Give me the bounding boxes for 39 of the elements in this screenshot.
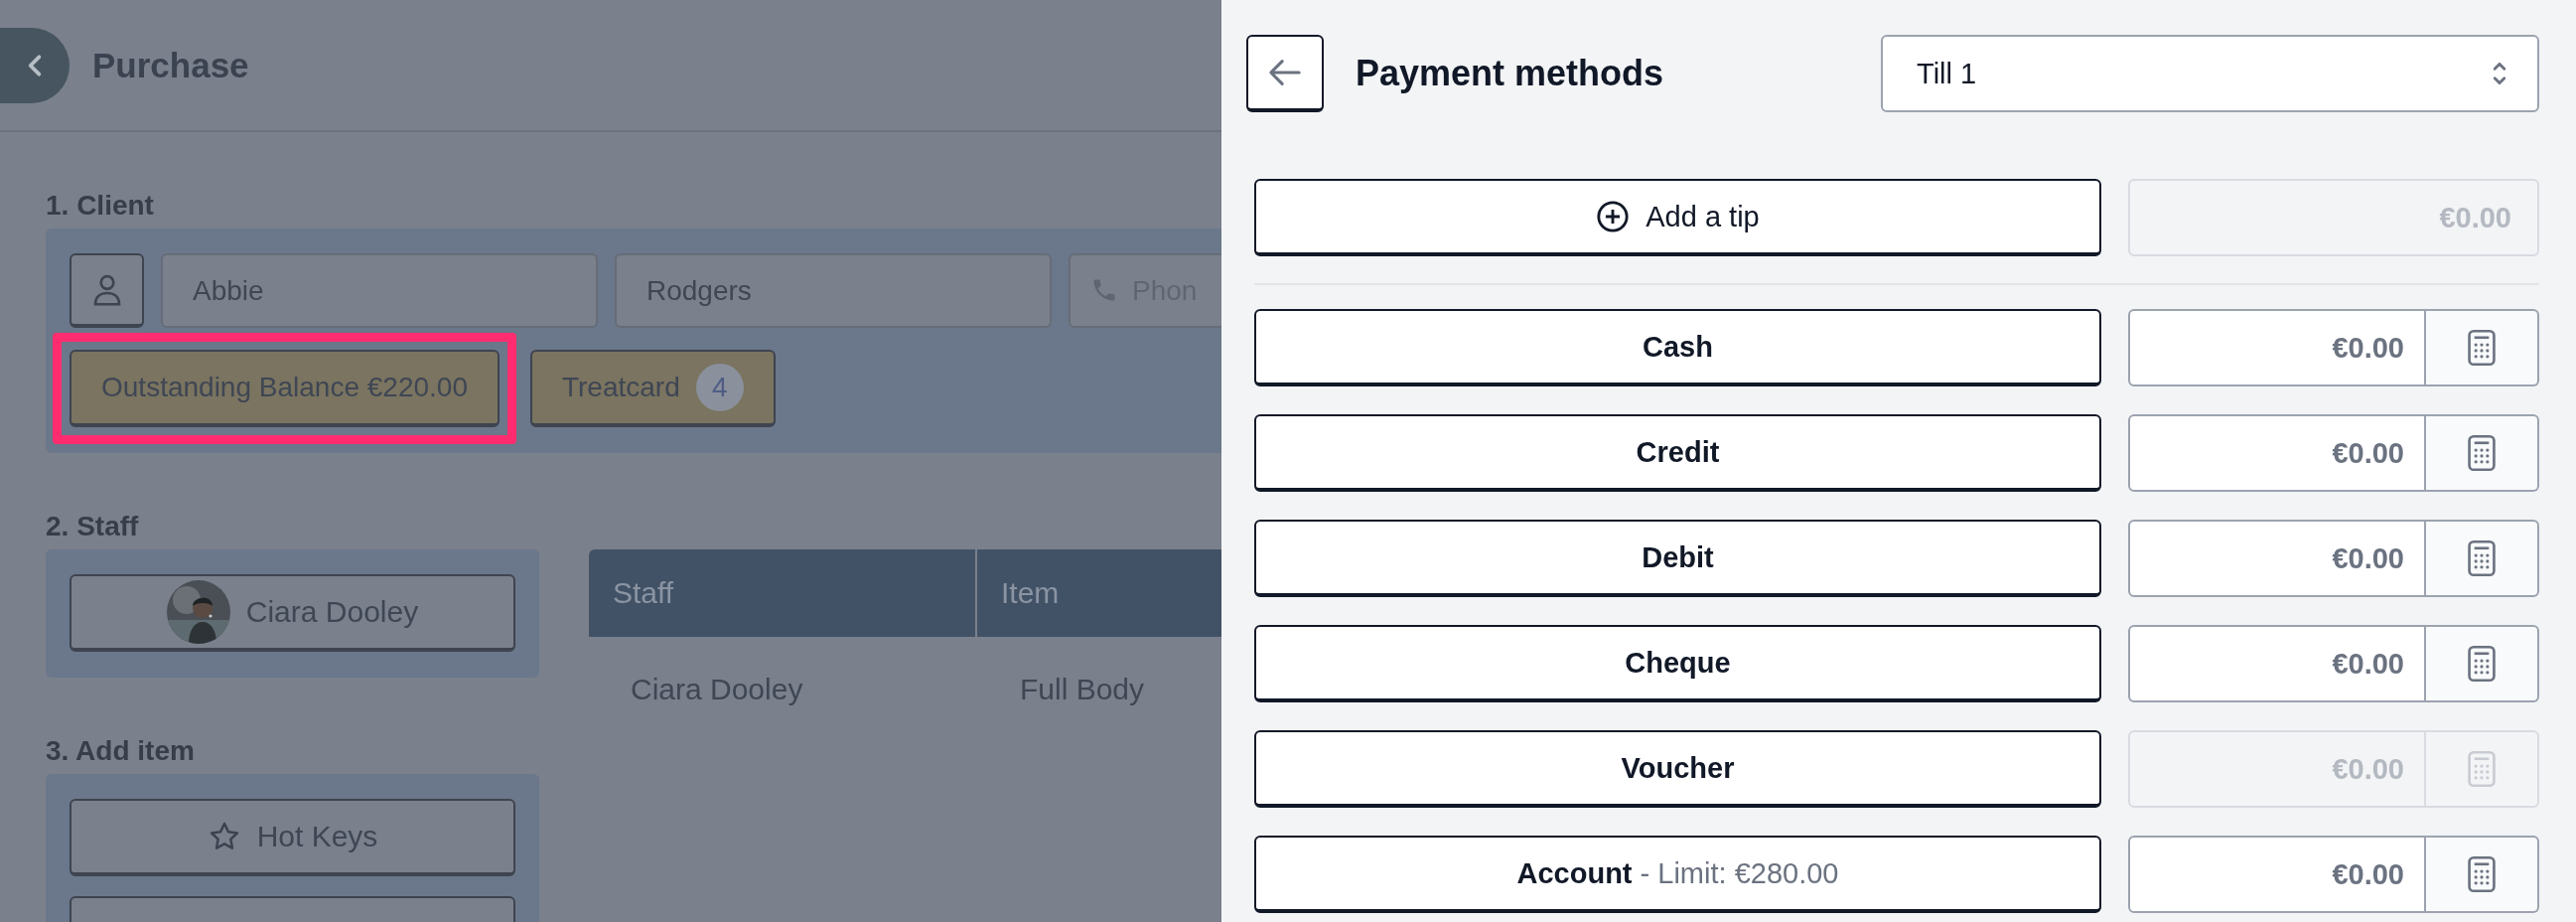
back-button[interactable] [1246,35,1324,112]
first-name-field[interactable]: Abbie [161,253,598,328]
calculator-icon [2467,645,2497,683]
calculator-button[interactable] [2426,309,2539,386]
section-heading: 2. Staff [46,510,140,543]
calculator-button[interactable] [2426,836,2539,913]
count-badge: 4 [695,364,744,411]
page-title: Purchase [92,45,249,85]
calculator-button[interactable] [2426,520,2539,597]
payment-method-button[interactable]: Debit [1254,520,2101,597]
section-heading: 3. Add item [46,734,196,768]
amount-field[interactable]: €0.00 [2128,520,2426,597]
chevron-left-icon [26,52,44,78]
amount-field[interactable]: €0.00 [2128,625,2426,702]
section-heading: 1. Client [46,189,155,223]
plus-circle-icon [1596,200,1631,233]
payment-method-button[interactable]: Cash [1254,309,2101,386]
amount-field[interactable]: €0.00 [2128,836,2426,913]
calculator-button[interactable] [2426,414,2539,492]
amount-field[interactable]: €0.00 [2128,309,2426,386]
person-icon [91,272,122,307]
last-name-field[interactable]: Rodgers [615,253,1052,328]
calculator-icon [2467,750,2497,788]
amount-field[interactable]: €0.00 [2128,414,2426,492]
arrow-left-icon [1268,58,1302,87]
payment-method-button[interactable]: Credit [1254,414,2101,492]
calculator-icon [2467,855,2497,893]
till-select[interactable]: Till 1 [1881,35,2539,112]
calculator-icon [2467,434,2497,472]
payment-method-button[interactable]: Account - Limit: €280.00 [1254,836,2101,913]
calculator-icon [2467,329,2497,367]
column-header: Staff [612,575,675,611]
calculator-button[interactable] [2426,625,2539,702]
panel-title: Payment methods [1356,53,1665,94]
table-cell-text: Ciara Dooley [630,671,804,707]
payment-method-button[interactable]: Cheque [1254,625,2101,702]
client-button[interactable] [70,253,144,328]
table-cell-text: Full Body [1019,671,1145,707]
calculator-icon [2467,539,2497,577]
